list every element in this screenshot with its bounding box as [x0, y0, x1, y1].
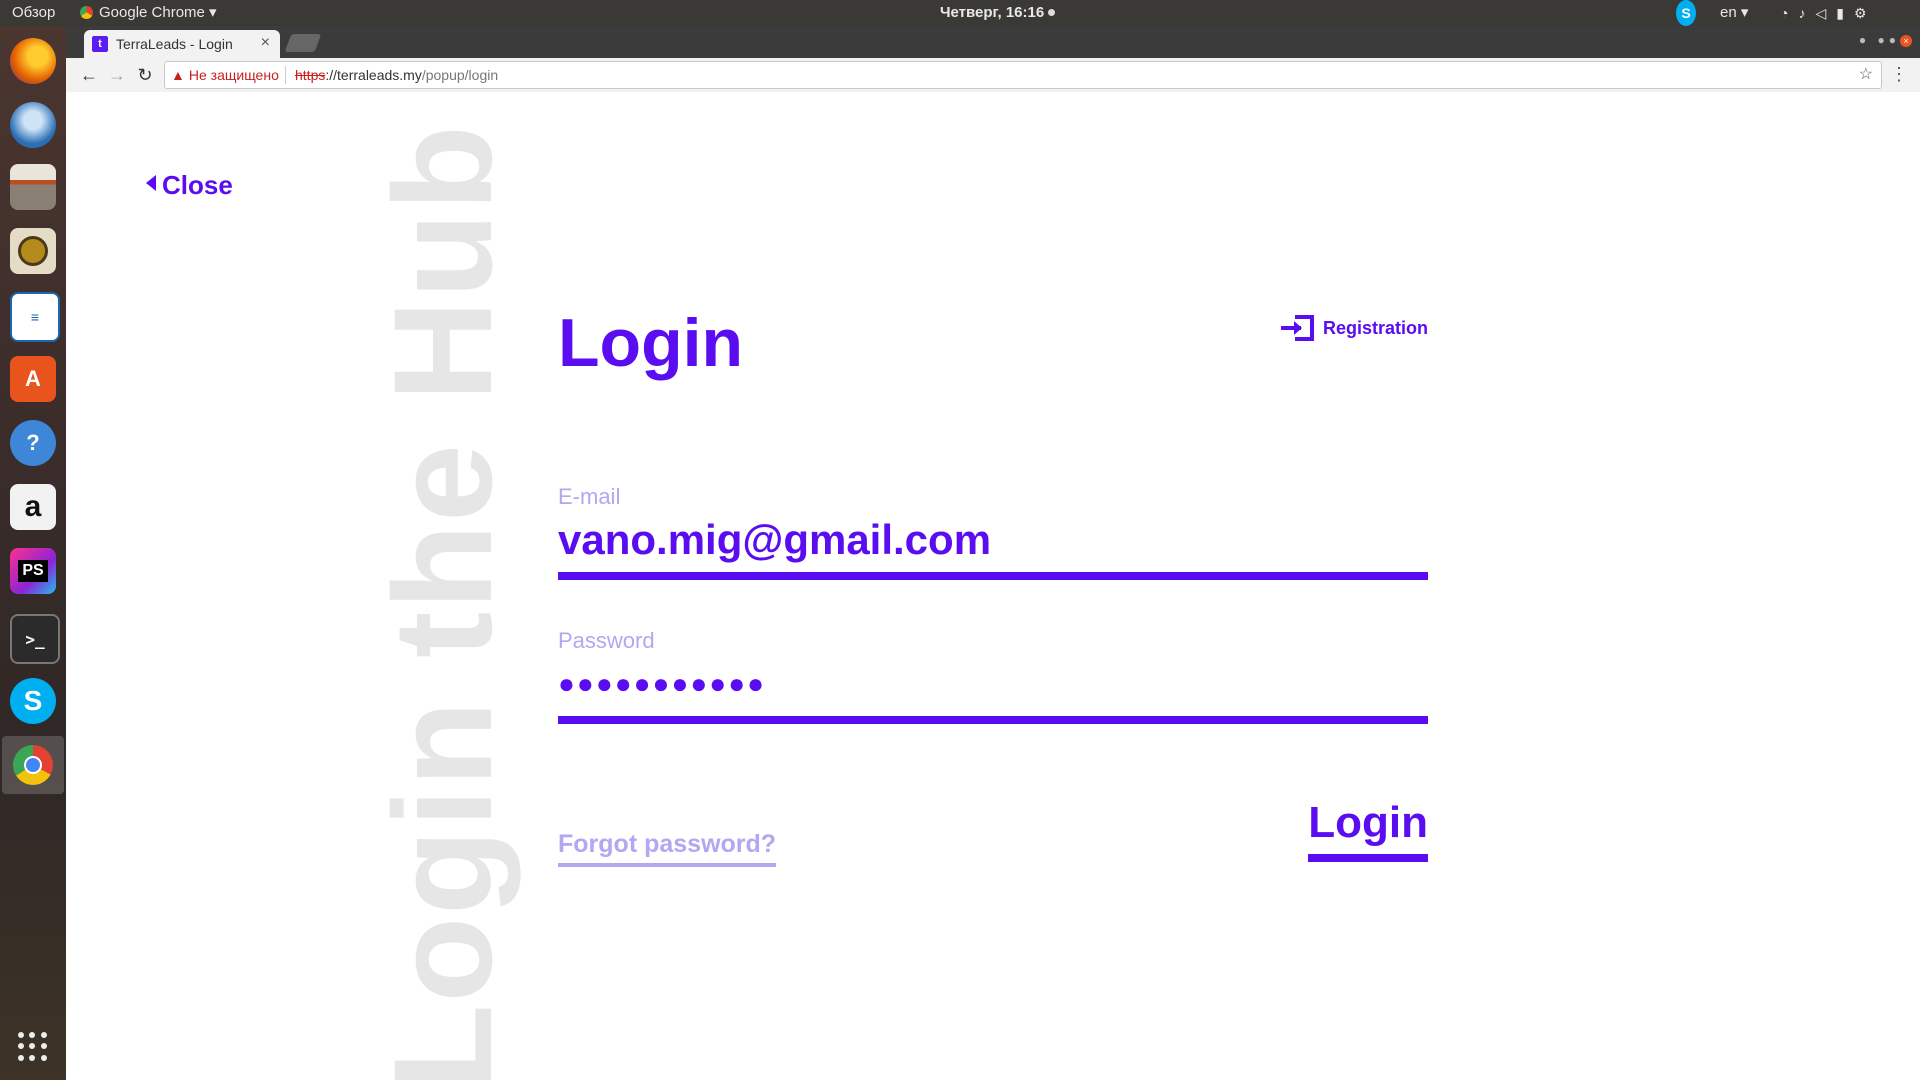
profile-icon[interactable]: ●: [1859, 33, 1870, 47]
rhythmbox-icon[interactable]: [10, 228, 56, 274]
launcher-dock: ≡ A ? a PS >_ S: [0, 26, 66, 1080]
maximize-icon[interactable]: ●: [1889, 33, 1900, 47]
minimize-icon[interactable]: ●: [1878, 33, 1889, 47]
url-scheme: https: [295, 67, 326, 83]
url-host: ://terraleads.my: [325, 67, 422, 83]
notification-dot-icon: [1048, 9, 1056, 16]
password-input[interactable]: ●●●●●●●●●●●: [558, 668, 1428, 700]
skype-tray-icon[interactable]: S: [1676, 0, 1696, 26]
skype-icon[interactable]: S: [10, 678, 56, 724]
activities-button[interactable]: Обзор: [12, 0, 55, 26]
security-indicator[interactable]: ▲ Не защищено: [171, 62, 279, 88]
password-field[interactable]: Password ●●●●●●●●●●●: [558, 628, 1428, 724]
terminal-icon[interactable]: >_: [10, 614, 60, 664]
login-button[interactable]: Login: [1308, 798, 1428, 862]
forgot-password-link[interactable]: Forgot password?: [558, 830, 777, 867]
close-label: Close: [162, 170, 233, 200]
chrome-icon: [13, 745, 53, 785]
security-label: Не защищено: [188, 67, 279, 83]
notifications-icon[interactable]: ♪: [1798, 5, 1815, 21]
volume-icon[interactable]: ◁: [1815, 5, 1836, 21]
password-label: Password: [558, 628, 655, 653]
url-path: /popup/login: [421, 67, 499, 83]
thunderbird-icon[interactable]: [10, 102, 56, 148]
tab-title: TerraLeads - Login: [116, 36, 233, 52]
close-window-icon[interactable]: ×: [1900, 35, 1912, 47]
settings-icon[interactable]: ⚙: [1854, 5, 1877, 21]
close-link[interactable]: Close: [146, 170, 233, 201]
help-icon[interactable]: ?: [10, 420, 56, 466]
writer-icon[interactable]: ≡: [10, 292, 60, 342]
system-top-bar: Обзор Google Chrome ▾ Четверг, 16:16 S e…: [0, 0, 1920, 26]
amazon-icon[interactable]: a: [10, 484, 56, 530]
back-arrow-icon[interactable]: ←: [78, 64, 100, 86]
files-icon[interactable]: [10, 164, 56, 210]
firefox-icon[interactable]: [10, 38, 56, 84]
terraleads-favicon-icon: t: [92, 36, 108, 52]
clock[interactable]: Четверг, 16:16: [940, 0, 1056, 26]
registration-link[interactable]: Registration: [1279, 314, 1428, 342]
sign-in-icon: [1280, 315, 1314, 341]
caret-left-icon: [146, 175, 156, 191]
software-center-icon[interactable]: A: [10, 356, 56, 402]
wifi-icon[interactable]: ◔: [1780, 5, 1798, 21]
email-underline: [558, 572, 1428, 580]
page-content: Login the Hub Close Login Registration E…: [66, 92, 1920, 1080]
bookmark-star-icon[interactable]: ☆: [1859, 62, 1873, 88]
app-menu[interactable]: Google Chrome ▾: [80, 0, 217, 26]
reload-icon[interactable]: ↻: [134, 64, 156, 86]
email-field[interactable]: E-mail vano.mig@gmail.com: [558, 484, 1428, 580]
window-controls: ● ●● ×: [1859, 33, 1912, 47]
password-underline: [558, 716, 1428, 724]
new-tab-button[interactable]: [284, 34, 322, 52]
watermark-text: Login the Hub: [364, 123, 521, 1080]
browser-menu-icon[interactable]: ⋮: [1890, 64, 1908, 85]
close-tab-icon[interactable]: ×: [261, 34, 270, 52]
language-label: en: [1720, 4, 1737, 21]
tab-strip: t TerraLeads - Login × ● ●● ×: [66, 26, 1920, 58]
email-input[interactable]: vano.mig@gmail.com: [558, 516, 1428, 564]
system-tray[interactable]: ◔♪◁▮⚙: [1780, 0, 1877, 26]
omnibox-separator: [285, 66, 286, 84]
language-indicator[interactable]: en ▾: [1720, 0, 1748, 26]
forward-arrow-icon[interactable]: →: [106, 64, 128, 86]
chrome-dock-item[interactable]: [2, 736, 64, 794]
phpstorm-icon[interactable]: PS: [10, 548, 56, 594]
chrome-icon: [80, 6, 93, 19]
battery-icon[interactable]: ▮: [1836, 5, 1854, 21]
email-label: E-mail: [558, 484, 621, 509]
show-applications-icon[interactable]: [18, 1032, 48, 1062]
page-title: Login: [558, 305, 744, 381]
url-text[interactable]: https://terraleads.my/popup/login: [295, 62, 498, 88]
warning-icon: ▲: [171, 67, 185, 83]
registration-label: Registration: [1322, 318, 1428, 338]
tab-terraleads-login[interactable]: t TerraLeads - Login ×: [84, 30, 280, 58]
app-menu-label: Google Chrome: [99, 4, 205, 21]
address-bar[interactable]: ▲ Не защищено https://terraleads.my/popup…: [164, 61, 1882, 89]
browser-toolbar: ← → ↻ ▲ Не защищено https://terraleads.my…: [66, 58, 1920, 93]
clock-label: Четверг, 16:16: [940, 4, 1045, 21]
